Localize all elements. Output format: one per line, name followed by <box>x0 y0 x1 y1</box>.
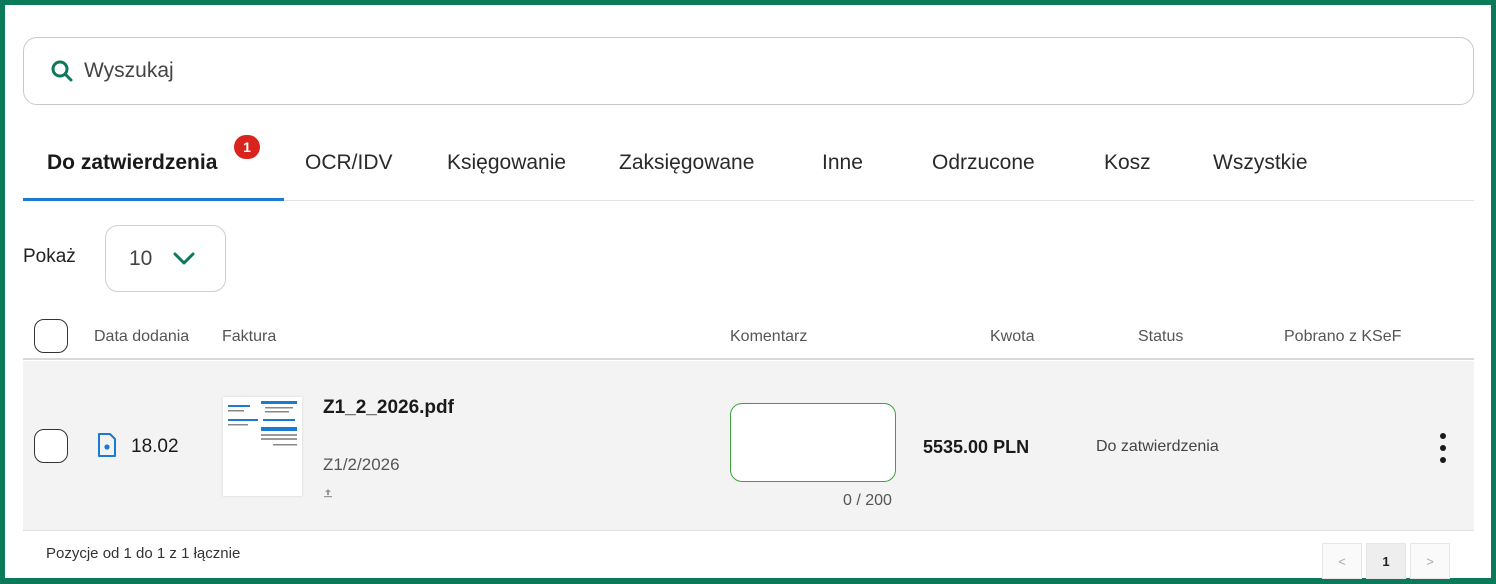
tab-count-badge: 1 <box>234 135 260 159</box>
tab-kosz[interactable]: Kosz <box>1104 151 1151 175</box>
tab-ksiegowanie[interactable]: Księgowanie <box>447 151 566 175</box>
page-size-label: Pokaż <box>23 246 76 267</box>
comment-char-counter: 0 / 200 <box>843 492 892 509</box>
column-header-date[interactable]: Data dodania <box>94 328 189 346</box>
column-header-ksef[interactable]: Pobrano z KSeF <box>1284 328 1401 346</box>
chevron-down-icon <box>173 252 195 264</box>
row-status: Do zatwierdzenia <box>1096 438 1219 455</box>
row-checkbox[interactable] <box>34 429 68 463</box>
tab-bar: Do zatwierdzenia 1 OCR/IDV Księgowanie Z… <box>23 135 1474 201</box>
row-date: 18.02 <box>131 436 179 457</box>
tab-odrzucone[interactable]: Odrzucone <box>932 151 1035 175</box>
pagination-prev-button[interactable]: < <box>1322 543 1362 579</box>
pagination-next-button[interactable]: > <box>1410 543 1450 579</box>
search-icon <box>51 60 73 82</box>
file-icon <box>98 433 116 457</box>
invoice-number: Z1/2/2026 <box>323 455 400 474</box>
upload-icon <box>324 489 332 498</box>
active-tab-indicator <box>23 198 284 201</box>
row-menu-icon[interactable] <box>1435 433 1451 463</box>
page-size-value: 10 <box>129 246 153 270</box>
page-size-select[interactable]: 10 <box>105 225 226 292</box>
column-header-comment[interactable]: Komentarz <box>730 328 807 346</box>
table-row[interactable]: 18.02 Z1_2_2026.pdf Z1/2/2026 0 / 200 55… <box>23 361 1474 531</box>
tab-do-zatwierdzenia[interactable]: Do zatwierdzenia <box>47 151 217 175</box>
invoice-thumbnail[interactable] <box>223 397 302 496</box>
tab-ocr-idv[interactable]: OCR/IDV <box>305 151 393 175</box>
invoice-file-name[interactable]: Z1_2_2026.pdf <box>323 397 454 419</box>
column-header-status[interactable]: Status <box>1138 328 1183 346</box>
table-header: Data dodania Faktura Komentarz Kwota Sta… <box>23 318 1474 360</box>
select-all-checkbox[interactable] <box>34 319 68 353</box>
pagination-summary: Pozycje od 1 do 1 z 1 łącznie <box>46 545 241 562</box>
column-header-amount[interactable]: Kwota <box>990 328 1034 346</box>
comment-field[interactable] <box>730 403 896 482</box>
tab-inne[interactable]: Inne <box>822 151 863 175</box>
row-amount: 5535.00 PLN <box>923 437 1030 457</box>
column-header-invoice[interactable]: Faktura <box>222 328 276 346</box>
tab-zaksiegowane[interactable]: Zaksięgowane <box>619 151 754 175</box>
search-bar[interactable] <box>23 37 1474 105</box>
pagination-page-1[interactable]: 1 <box>1366 543 1406 579</box>
search-input[interactable] <box>84 59 1384 83</box>
tab-wszystkie[interactable]: Wszystkie <box>1213 151 1308 175</box>
